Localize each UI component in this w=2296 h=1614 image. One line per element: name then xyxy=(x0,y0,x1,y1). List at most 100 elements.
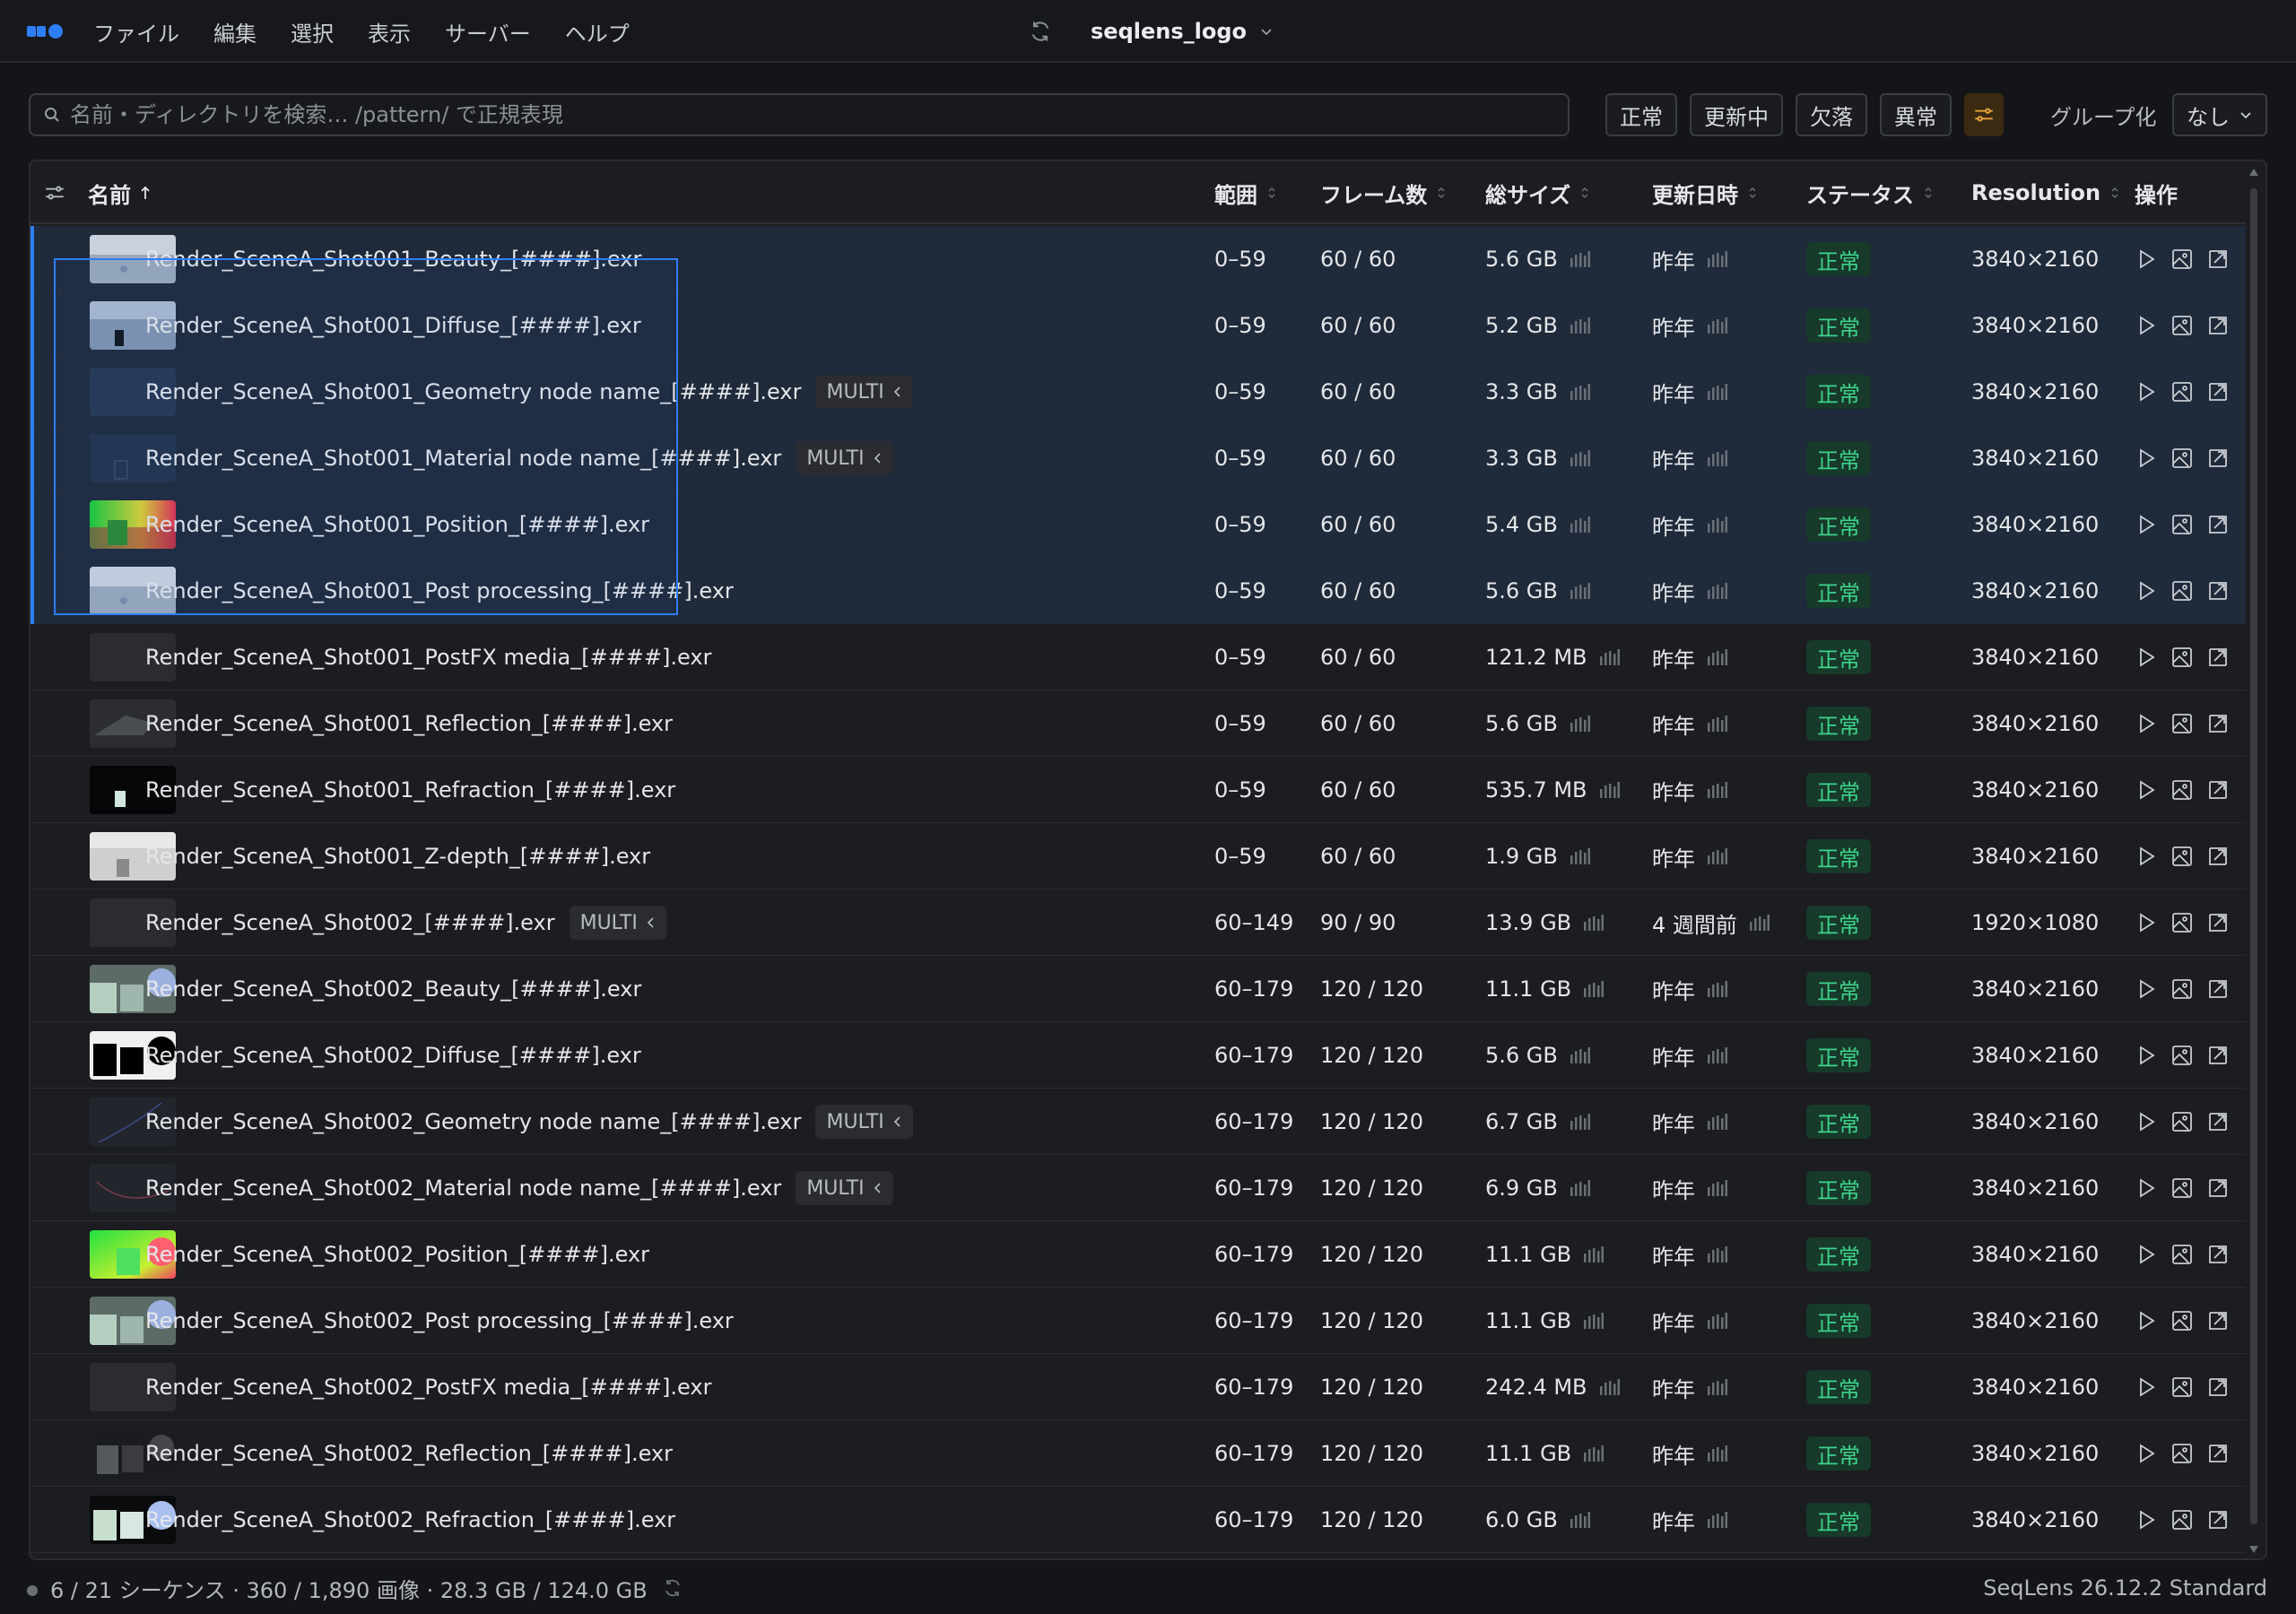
open-external-icon[interactable] xyxy=(2206,314,2230,337)
open-external-icon[interactable] xyxy=(2206,646,2230,669)
menu-file[interactable]: ファイル xyxy=(93,16,179,48)
column-name[interactable]: 名前 xyxy=(88,161,151,224)
image-viewer-icon[interactable] xyxy=(2170,447,2194,470)
image-viewer-icon[interactable] xyxy=(2170,1442,2194,1465)
table-scrollbar[interactable] xyxy=(2246,165,2262,1557)
image-viewer-icon[interactable] xyxy=(2170,380,2194,404)
column-frames[interactable]: フレーム数 xyxy=(1320,161,1447,224)
group-by-select[interactable]: なし xyxy=(2172,93,2267,136)
table-row[interactable]: Render_SceneA_Shot001_Position_[####].ex… xyxy=(30,491,2246,558)
open-external-icon[interactable] xyxy=(2206,1508,2230,1532)
image-viewer-icon[interactable] xyxy=(2170,247,2194,271)
image-viewer-icon[interactable] xyxy=(2170,845,2194,868)
column-settings-icon[interactable] xyxy=(43,181,66,204)
name-cell[interactable]: Render_SceneA_Shot001_PostFX media_[####… xyxy=(145,624,711,690)
name-cell[interactable]: Render_SceneA_Shot002_Reflection_[####].… xyxy=(145,1420,673,1487)
open-external-icon[interactable] xyxy=(2206,1110,2230,1133)
table-row[interactable]: Render_SceneA_Shot002_[####].exr MULTI 60–… xyxy=(30,889,2246,956)
table-row[interactable]: Render_SceneA_Shot001_PostFX media_[####… xyxy=(30,624,2246,690)
column-status[interactable]: ステータス xyxy=(1806,161,1934,224)
table-row[interactable]: Render_SceneA_Shot001_Z-depth_[####].exr… xyxy=(30,823,2246,889)
image-viewer-icon[interactable] xyxy=(2170,513,2194,536)
play-icon[interactable] xyxy=(2135,1375,2158,1399)
name-cell[interactable]: Render_SceneA_Shot002_Position_[####].ex… xyxy=(145,1221,649,1288)
open-external-icon[interactable] xyxy=(2206,1442,2230,1465)
open-external-icon[interactable] xyxy=(2206,911,2230,934)
play-icon[interactable] xyxy=(2135,1442,2158,1465)
project-name[interactable]: seqlens_logo xyxy=(1091,19,1247,44)
sequence-name[interactable]: Render_SceneA_Shot001_Diffuse_[####].exr xyxy=(145,313,641,338)
image-viewer-icon[interactable] xyxy=(2170,1044,2194,1067)
sync-icon[interactable] xyxy=(1028,19,1053,44)
menu-view[interactable]: 表示 xyxy=(368,16,411,48)
filter-ok-button[interactable]: 正常 xyxy=(1605,93,1677,136)
image-viewer-icon[interactable] xyxy=(2170,1309,2194,1332)
play-icon[interactable] xyxy=(2135,977,2158,1001)
filter-settings-button[interactable] xyxy=(1964,93,2004,136)
sequence-name[interactable]: Render_SceneA_Shot002_[####].exr xyxy=(145,910,555,935)
table-row[interactable]: Render_SceneA_Shot002_Refraction_[####].… xyxy=(30,1487,2246,1553)
sequence-name[interactable]: Render_SceneA_Shot002_Post processing_[#… xyxy=(145,1308,734,1333)
play-icon[interactable] xyxy=(2135,1508,2158,1532)
multi-badge[interactable]: MULTI xyxy=(796,1171,893,1205)
column-updated[interactable]: 更新日時 xyxy=(1652,161,1758,224)
play-icon[interactable] xyxy=(2135,314,2158,337)
table-row[interactable]: Render_SceneA_Shot002_Geometry node name… xyxy=(30,1089,2246,1155)
sequence-name[interactable]: Render_SceneA_Shot001_Z-depth_[####].exr xyxy=(145,844,650,869)
image-viewer-icon[interactable] xyxy=(2170,646,2194,669)
play-icon[interactable] xyxy=(2135,1243,2158,1266)
image-viewer-icon[interactable] xyxy=(2170,1243,2194,1266)
sequence-name[interactable]: Render_SceneA_Shot002_PostFX media_[####… xyxy=(145,1375,711,1400)
name-cell[interactable]: Render_SceneA_Shot002_Post processing_[#… xyxy=(145,1288,734,1354)
play-icon[interactable] xyxy=(2135,247,2158,271)
play-icon[interactable] xyxy=(2135,778,2158,802)
name-cell[interactable]: Render_SceneA_Shot002_Diffuse_[####].exr xyxy=(145,1022,641,1089)
sequence-name[interactable]: Render_SceneA_Shot001_Reflection_[####].… xyxy=(145,711,673,736)
name-cell[interactable]: Render_SceneA_Shot001_Diffuse_[####].exr xyxy=(145,292,641,359)
sequence-name[interactable]: Render_SceneA_Shot002_Material node name… xyxy=(145,1176,781,1201)
image-viewer-icon[interactable] xyxy=(2170,314,2194,337)
sequence-name[interactable]: Render_SceneA_Shot002_Position_[####].ex… xyxy=(145,1242,649,1267)
column-size[interactable]: 総サイズ xyxy=(1485,161,1590,224)
table-row[interactable]: Render_SceneA_Shot002_Position_[####].ex… xyxy=(30,1221,2246,1288)
name-cell[interactable]: Render_SceneA_Shot001_Material node name… xyxy=(145,425,893,491)
sequence-name[interactable]: Render_SceneA_Shot002_Beauty_[####].exr xyxy=(145,976,641,1002)
open-external-icon[interactable] xyxy=(2206,579,2230,603)
image-viewer-icon[interactable] xyxy=(2170,1176,2194,1200)
sequence-name[interactable]: Render_SceneA_Shot001_Beauty_[####].exr xyxy=(145,247,641,272)
sequence-name[interactable]: Render_SceneA_Shot001_PostFX media_[####… xyxy=(145,645,711,670)
chevron-down-icon[interactable] xyxy=(1259,24,1274,39)
menu-select[interactable]: 選択 xyxy=(291,16,334,48)
name-cell[interactable]: Render_SceneA_Shot001_Reflection_[####].… xyxy=(145,690,673,757)
sequence-name[interactable]: Render_SceneA_Shot002_Refraction_[####].… xyxy=(145,1507,675,1532)
play-icon[interactable] xyxy=(2135,1176,2158,1200)
image-viewer-icon[interactable] xyxy=(2170,579,2194,603)
table-row[interactable]: Render_SceneA_Shot001_Post processing_[#… xyxy=(30,558,2246,624)
name-cell[interactable]: Render_SceneA_Shot001_Post processing_[#… xyxy=(145,558,734,624)
table-row[interactable]: Render_SceneA_Shot001_Reflection_[####].… xyxy=(30,690,2246,757)
sequence-name[interactable]: Render_SceneA_Shot001_Post processing_[#… xyxy=(145,578,734,603)
image-viewer-icon[interactable] xyxy=(2170,977,2194,1001)
search-box[interactable] xyxy=(29,93,1570,136)
play-icon[interactable] xyxy=(2135,380,2158,404)
table-row[interactable]: Render_SceneA_Shot001_Material node name… xyxy=(30,425,2246,491)
name-cell[interactable]: Render_SceneA_Shot001_Geometry node name… xyxy=(145,359,913,425)
play-icon[interactable] xyxy=(2135,911,2158,934)
table-row[interactable]: Render_SceneA_Shot002_Post processing_[#… xyxy=(30,1288,2246,1354)
play-icon[interactable] xyxy=(2135,1044,2158,1067)
column-range[interactable]: 範囲 xyxy=(1214,161,1277,224)
open-external-icon[interactable] xyxy=(2206,845,2230,868)
table-row[interactable]: Render_SceneA_Shot002_Diffuse_[####].exr… xyxy=(30,1022,2246,1089)
table-row[interactable]: Render_SceneA_Shot001_Diffuse_[####].exr… xyxy=(30,292,2246,359)
table-row[interactable]: Render_SceneA_Shot002_Beauty_[####].exr 6… xyxy=(30,956,2246,1022)
multi-badge[interactable]: MULTI xyxy=(569,906,666,940)
scroll-up-icon[interactable] xyxy=(2249,169,2258,176)
table-row[interactable]: Render_SceneA_Shot001_Refraction_[####].… xyxy=(30,757,2246,823)
table-row[interactable]: Render_SceneA_Shot002_Material node name… xyxy=(30,1155,2246,1221)
open-external-icon[interactable] xyxy=(2206,380,2230,404)
play-icon[interactable] xyxy=(2135,513,2158,536)
play-icon[interactable] xyxy=(2135,447,2158,470)
table-row[interactable]: Render_SceneA_Shot001_Beauty_[####].exr 0… xyxy=(30,226,2246,292)
multi-badge[interactable]: MULTI xyxy=(815,1105,913,1139)
name-cell[interactable]: Render_SceneA_Shot002_[####].exr MULTI xyxy=(145,889,666,956)
